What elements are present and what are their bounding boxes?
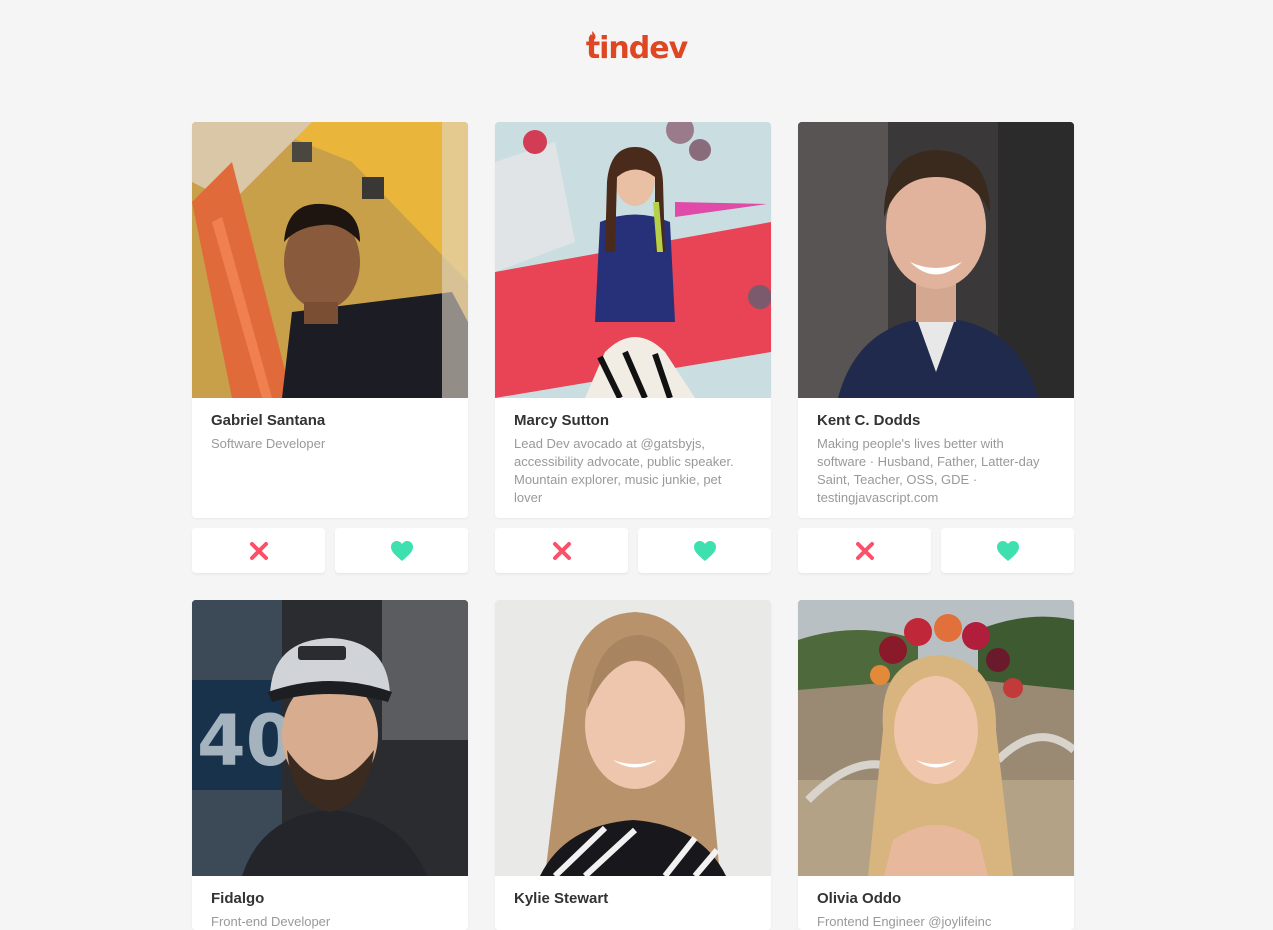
developer-list: Gabriel Santana Software Developer Marcy…	[192, 122, 1074, 930]
dev-profile: Marcy Sutton Lead Dev avocado at @gatsby…	[495, 122, 771, 518]
dev-card: Kent C. Dodds Making people's lives bett…	[798, 122, 1074, 573]
dislike-button[interactable]	[495, 528, 628, 573]
dev-card: Olivia Oddo Frontend Engineer @joylifein…	[798, 600, 1074, 930]
x-icon	[249, 541, 268, 560]
card-actions	[495, 528, 771, 573]
x-icon	[855, 541, 874, 560]
dev-name: Kylie Stewart	[514, 890, 609, 907]
dev-bio: Frontend Engineer @joylifeinc	[817, 914, 992, 929]
avatar	[798, 600, 1074, 876]
dev-bio: Lead Dev avocado at @gatsbyjs, accessibi…	[514, 436, 734, 505]
x-icon	[552, 541, 571, 560]
dev-card: Gabriel Santana Software Developer	[192, 122, 468, 573]
avatar	[495, 122, 771, 398]
dev-profile: 40 Fidalgo Front-end Developer	[192, 600, 468, 930]
dev-bio: Front-end Developer	[211, 914, 331, 929]
dev-name: Kent C. Dodds	[817, 412, 921, 429]
dev-card: Marcy Sutton Lead Dev avocado at @gatsby…	[495, 122, 771, 573]
like-button[interactable]	[941, 528, 1074, 573]
dev-bio: Software Developer	[211, 436, 326, 451]
card-actions	[192, 528, 468, 573]
heart-icon	[996, 540, 1019, 561]
dev-name: Olivia Oddo	[817, 890, 902, 907]
dev-name: Gabriel Santana	[211, 412, 326, 429]
like-button[interactable]	[335, 528, 468, 573]
heart-icon	[390, 540, 413, 561]
dev-profile: Gabriel Santana Software Developer	[192, 122, 468, 518]
avatar: 40	[192, 600, 468, 876]
avatar	[495, 600, 771, 876]
dev-name: Marcy Sutton	[514, 412, 610, 429]
dev-bio: Making people's lives better with softwa…	[817, 436, 1040, 505]
avatar	[798, 122, 1074, 398]
avatar	[192, 122, 468, 398]
dev-card: 40 Fidalgo Front-end Developer	[192, 600, 468, 930]
dev-profile: Olivia Oddo Frontend Engineer @joylifein…	[798, 600, 1074, 930]
dislike-button[interactable]	[798, 528, 931, 573]
dev-profile: Kent C. Dodds Making people's lives bett…	[798, 122, 1074, 518]
like-button[interactable]	[638, 528, 771, 573]
flame-icon	[589, 31, 596, 40]
card-actions	[798, 528, 1074, 573]
dev-name: Fidalgo	[211, 890, 265, 907]
dev-card: Kylie Stewart	[495, 600, 771, 930]
svg-text:40: 40	[197, 700, 294, 782]
header: tindev	[0, 31, 1273, 66]
dislike-button[interactable]	[192, 528, 325, 573]
heart-icon	[693, 540, 716, 561]
logo-text: tindev	[585, 31, 688, 66]
dev-profile: Kylie Stewart	[495, 600, 771, 930]
tindev-logo[interactable]: tindev	[585, 31, 688, 66]
